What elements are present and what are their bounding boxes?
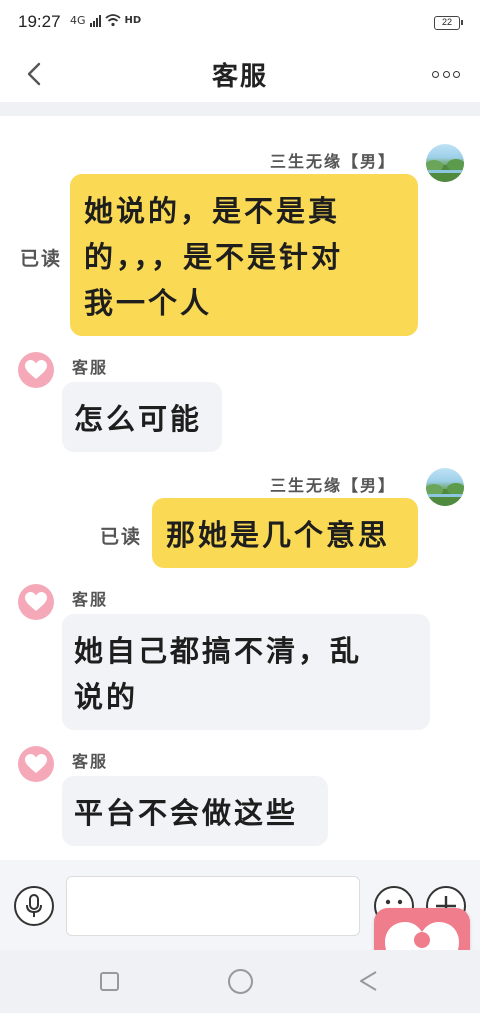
sender-name: 三生无缘【男】 <box>270 476 397 495</box>
signal-icon <box>89 14 101 27</box>
message-bubble[interactable]: 她说的，是不是真 的，，，是不是针对 我一个人 <box>70 174 418 336</box>
message-bubble[interactable]: 那她是几个意思 <box>152 498 418 568</box>
message-line: 的，，，是不是针对 <box>84 240 344 274</box>
message-line: 她自己都搞不清，乱 <box>74 634 363 668</box>
network-label: 4G <box>70 14 86 27</box>
sender-name: 客服 <box>72 358 109 377</box>
heart-icon <box>25 754 47 773</box>
service-avatar[interactable] <box>18 746 54 782</box>
recent-apps-icon[interactable] <box>100 972 119 991</box>
message-bubble[interactable]: 她自己都搞不清，乱 说的 <box>62 614 430 730</box>
sender-name: 三生无缘【男】 <box>270 152 397 171</box>
user-avatar[interactable] <box>426 144 464 182</box>
header-divider <box>0 102 480 116</box>
home-icon[interactable] <box>228 969 253 994</box>
status-time: 19:27 <box>18 12 61 31</box>
message-line: 说的 <box>74 680 139 714</box>
read-status: 已读 <box>20 248 63 270</box>
service-avatar[interactable] <box>18 584 54 620</box>
chat-header: 客服 <box>0 46 480 102</box>
message-input[interactable] <box>66 876 360 936</box>
service-avatar[interactable] <box>18 352 54 388</box>
heart-icon <box>25 360 47 379</box>
status-bar: 19:27 4G HD 22 <box>0 0 480 46</box>
microphone-icon[interactable] <box>14 886 54 926</box>
status-icons: 4G HD <box>70 14 141 27</box>
heart-icon <box>25 592 47 611</box>
read-status: 已读 <box>100 526 143 548</box>
wifi-icon <box>104 14 121 27</box>
message-line: 平台不会做这些 <box>74 796 299 830</box>
message-line: 她说的，是不是真 <box>84 194 341 228</box>
message-bubble[interactable]: 怎么可能 <box>62 382 222 452</box>
message-bubble[interactable]: 平台不会做这些 <box>62 776 328 846</box>
nav-back-icon[interactable] <box>358 970 378 992</box>
message-line: 我一个人 <box>84 286 213 320</box>
more-dots-icon[interactable] <box>432 62 460 86</box>
battery-icon: 22 <box>434 16 463 30</box>
message-line: 那她是几个意思 <box>166 518 391 552</box>
hd-label: HD <box>124 15 142 26</box>
chat-list[interactable]: 三生无缘【男】 已读 她说的，是不是真 的，，，是不是针对 我一个人 客服 怎么… <box>0 116 480 860</box>
user-avatar[interactable] <box>426 468 464 506</box>
page-title: 客服 <box>211 62 268 92</box>
sender-name: 客服 <box>72 590 109 609</box>
sender-name: 客服 <box>72 752 109 771</box>
message-line: 怎么可能 <box>74 402 203 436</box>
